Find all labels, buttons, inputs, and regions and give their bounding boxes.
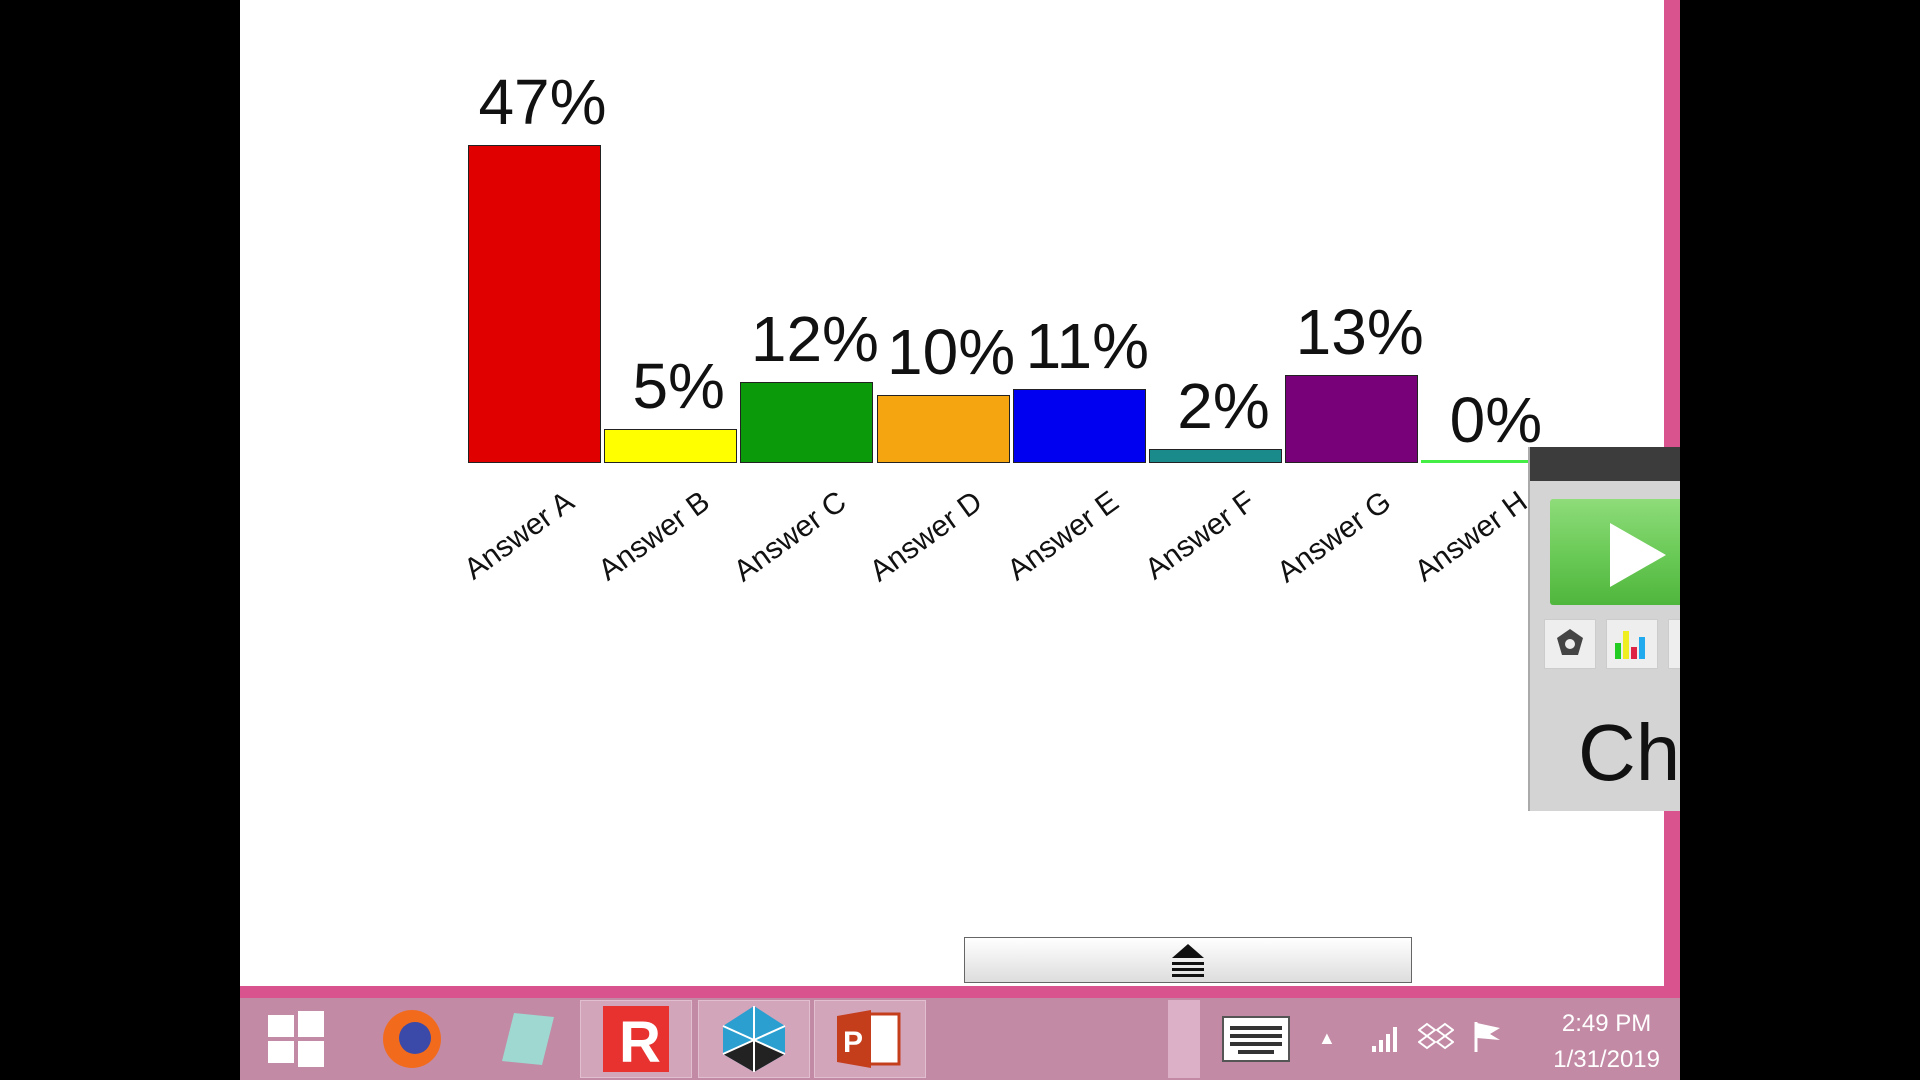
settings-button[interactable] [1544,619,1596,669]
polling-panel: Ch [1528,447,1680,811]
bar-answer-c [740,381,874,463]
value-label: 13% [1295,296,1424,369]
bar-chart-icon [1615,631,1645,659]
bar-answer-b [604,429,738,463]
bar-answer-f [1149,449,1282,463]
clock-date: 1/31/2019 [1553,1046,1660,1073]
category-label: Answer D [863,485,989,589]
system-clock[interactable]: 2:49 PM 1/31/2019 [1553,1006,1660,1078]
bar-answer-g [1285,375,1419,463]
category-label: Answer E [1001,485,1125,588]
taskbar-powerpoint[interactable]: P [814,1000,926,1078]
start-button[interactable] [240,1000,352,1078]
svg-text:P: P [843,1026,863,1059]
value-label: 47% [478,66,607,138]
powerpoint-icon: P [837,1010,901,1068]
category-label: Answer H [1408,485,1534,589]
taskbar-firefox[interactable] [356,1000,468,1078]
window-border-bottom [240,986,1680,998]
value-label: 0% [1449,384,1543,456]
gear-icon [1557,629,1583,655]
r-app-icon: R [603,1006,669,1072]
action-center-flag-icon[interactable] [1472,1020,1504,1054]
clock-time: 2:49 PM [1561,1010,1652,1037]
dropbox-icon[interactable] [1418,1022,1454,1054]
cube-app-icon [722,1006,786,1072]
firefox-icon [383,1010,441,1068]
panel-header[interactable] [1530,447,1680,481]
value-label: 2% [1177,370,1270,443]
network-signal-icon[interactable] [1370,1024,1400,1054]
keyboard-icon [1230,1026,1282,1054]
touch-keyboard-button[interactable] [1222,1016,1290,1062]
play-icon [1610,523,1666,587]
toolbar-expand-handle[interactable] [964,937,1412,983]
taskbar-app-cube[interactable] [698,1000,810,1078]
category-label: Answer C [727,485,853,589]
taskbar: R P ▲ 2:49 PM 1/31/2019 [240,998,1680,1080]
taskbar-app-r[interactable]: R [580,1000,692,1078]
panel-title: Ch [1578,708,1680,797]
bar-answer-d [876,395,1010,463]
show-hidden-icons-chevron-icon[interactable]: ▲ [1318,1028,1336,1049]
more-button[interactable] [1668,619,1680,669]
taskbar-app-notes[interactable] [472,1000,584,1078]
play-button[interactable] [1550,499,1680,605]
notepad-icon [502,1013,554,1065]
bar-answer-a [468,145,601,463]
category-label: Answer F [1138,485,1261,587]
chart-button[interactable] [1606,619,1658,669]
taskbar-scroll[interactable] [1168,1000,1200,1078]
windows-icon [268,1011,324,1067]
svg-text:R: R [619,1010,661,1072]
eject-up-icon [1172,944,1204,977]
category-label: Answer B [592,485,717,588]
category-label: Answer G [1271,485,1398,590]
bar-answer-e [1012,388,1146,463]
presentation-screen: 47% Answer A 5% Answer B 12% Answer C 10% Answe… [240,0,1664,986]
category-label: Answer A [457,485,580,587]
